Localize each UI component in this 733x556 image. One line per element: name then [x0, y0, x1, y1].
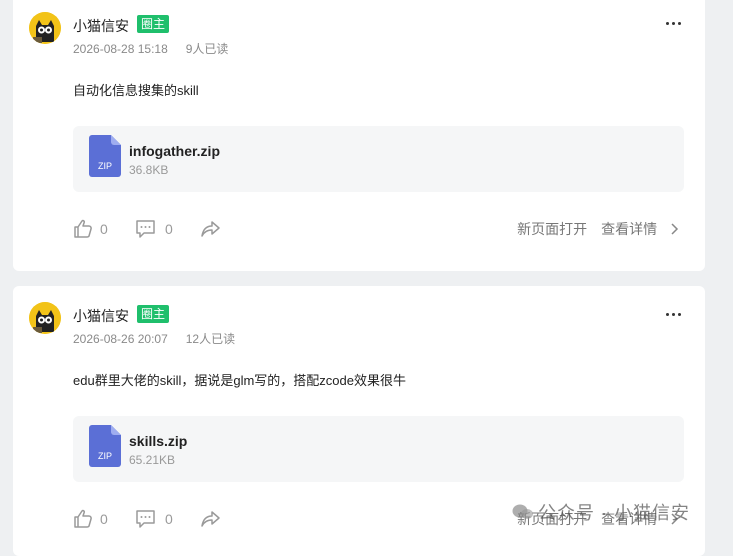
file-size: 65.21KB — [129, 453, 176, 467]
read-count: 9人已读 — [185, 42, 229, 56]
like-count: 0 — [100, 221, 108, 237]
wechat-icon — [512, 504, 533, 519]
chevron-right-icon[interactable] — [669, 223, 679, 235]
read-count: 12人已读 — [185, 332, 236, 346]
file-name: skills.zip — [129, 433, 188, 449]
avatar[interactable] — [29, 12, 61, 44]
file-size: 36.8KB — [129, 163, 169, 177]
watermark: 公众号 · 小猫信安 — [538, 503, 690, 523]
post-meta: 2026-08-28 15:18 9人已读 — [73, 40, 228, 57]
owner-badge: 圈主 — [137, 15, 170, 33]
share-icon — [201, 511, 220, 527]
more-options-button[interactable] — [661, 13, 685, 33]
like-icon — [74, 219, 92, 238]
comment-icon — [136, 220, 155, 238]
post-meta: 2026-08-26 20:07 12人已读 — [73, 330, 235, 347]
comment-icon — [136, 510, 155, 528]
post-card: 小猫信安 圈主 2026-08-28 15:18 9人已读 自动化信息搜集的ski… — [13, 0, 705, 271]
author-name[interactable]: 小猫信安 — [73, 306, 129, 326]
owner-badge: 圈主 — [137, 305, 170, 323]
post-content: 自动化信息搜集的skill — [73, 83, 199, 98]
avatar[interactable] — [29, 302, 61, 334]
author-name[interactable]: 小猫信安 — [73, 16, 129, 36]
open-new-page-link[interactable]: 新页面打开 — [517, 221, 587, 237]
comment-count: 0 — [165, 511, 173, 527]
like-count: 0 — [100, 511, 108, 527]
zip-file-icon: ZIP — [89, 425, 121, 467]
more-options-button[interactable] — [661, 304, 685, 324]
post-links: 新页面打开 查看详情 — [517, 219, 679, 239]
file-type-label: ZIP — [98, 161, 112, 171]
file-type-label: ZIP — [98, 451, 112, 461]
post-date: 2026-08-26 20:07 — [73, 332, 168, 346]
file-attachment[interactable]: ZIP infogather.zip 36.8KB — [73, 126, 684, 192]
file-attachment[interactable]: ZIP skills.zip 65.21KB — [73, 416, 684, 482]
zip-file-icon: ZIP — [89, 135, 121, 177]
comment-count: 0 — [165, 221, 173, 237]
like-icon — [74, 509, 92, 528]
view-details-link[interactable]: 查看详情 — [601, 221, 657, 237]
share-icon — [201, 221, 220, 237]
post-content: edu群里大佬的skill，据说是glm写的，搭配zcode效果很牛 — [73, 373, 406, 388]
post-date: 2026-08-28 15:18 — [73, 42, 168, 56]
file-name: infogather.zip — [129, 143, 220, 159]
